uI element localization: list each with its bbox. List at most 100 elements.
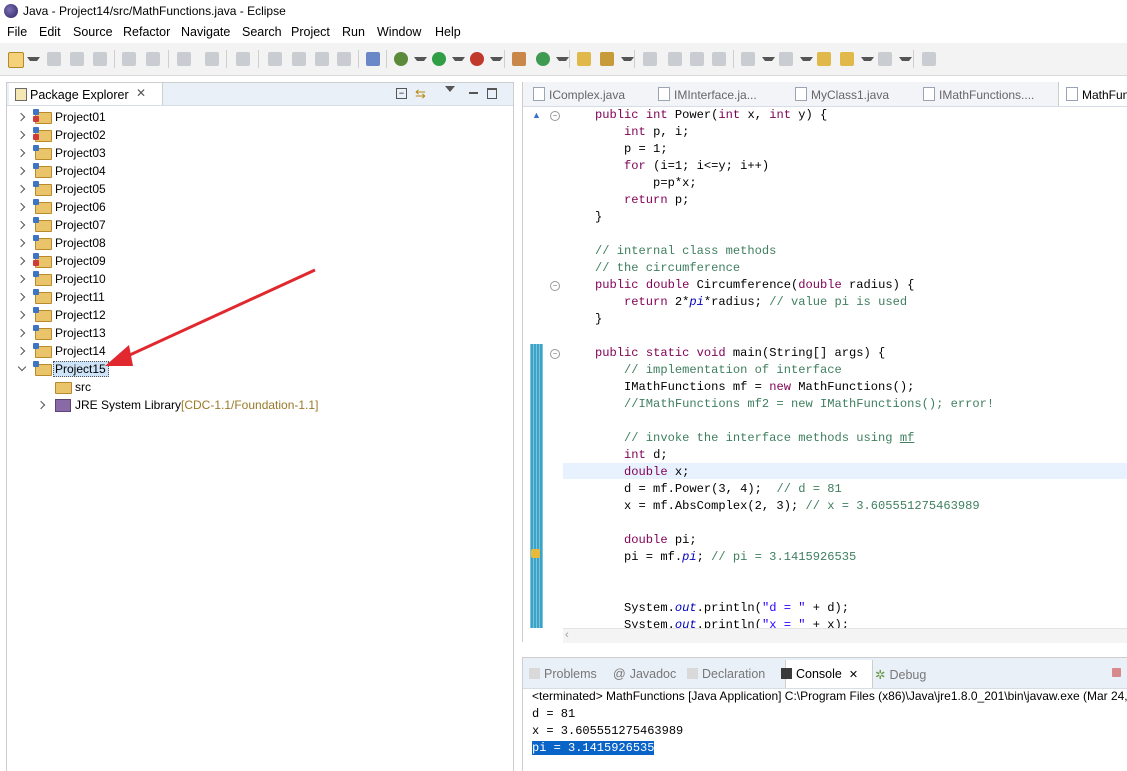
save-icon[interactable] [47, 52, 61, 66]
console-tabs: Problems @ Javadoc Declaration Console ✕ ✲… [523, 658, 1127, 689]
tab-imathfunctions[interactable]: IMathFunctions.... [923, 87, 1034, 102]
new-class-dropdown-icon[interactable] [556, 57, 569, 65]
run-icon[interactable] [432, 52, 446, 66]
code-line: public static void main(String[] args) { [595, 346, 886, 360]
external-tools-dropdown-icon[interactable] [490, 57, 503, 65]
fold-toggle[interactable]: − [550, 111, 560, 121]
new-icon[interactable] [8, 52, 24, 68]
window-title: Java - Project14/src/MathFunctions.java … [23, 4, 286, 18]
pin-editor-icon[interactable] [922, 52, 936, 66]
close-icon[interactable]: ✕ [849, 669, 858, 681]
menu-project[interactable]: Project [291, 25, 330, 39]
forward-icon[interactable] [878, 52, 892, 66]
java-file-icon [795, 87, 807, 101]
java-file-icon [923, 87, 935, 101]
code-line: // internal class methods [595, 244, 777, 258]
menu-search[interactable]: Search [242, 25, 282, 39]
code-line: pi = mf.pi; // pi = 3.1415926535 [595, 550, 857, 564]
save-all-icon[interactable] [70, 52, 84, 66]
menu-edit[interactable]: Edit [39, 25, 61, 39]
debug-dropdown-icon[interactable] [414, 57, 427, 65]
debug-icon[interactable] [394, 52, 408, 66]
toolbar-separator [358, 50, 359, 68]
step-icon[interactable] [236, 52, 250, 66]
launch-status: <terminated> MathFunctions [Java Applica… [532, 689, 1127, 703]
redo-icon[interactable] [205, 52, 219, 66]
editor-tabs: IComplex.java IMInterface.ja... MyClass1… [523, 82, 1127, 107]
code-line: public int Power(int x, int y) { [595, 108, 828, 122]
search-icon[interactable] [600, 52, 614, 66]
menu-source[interactable]: Source [73, 25, 113, 39]
menu-bar: File Edit Source Refactor Navigate Searc… [0, 23, 1127, 43]
tab-mathfunctions[interactable]: MathFun [1066, 87, 1127, 102]
print-icon[interactable] [93, 52, 107, 66]
toggle-mark-occurrences-icon[interactable] [643, 52, 657, 66]
menu-run[interactable]: Run [342, 25, 365, 39]
tab-icomplex[interactable]: IComplex.java [533, 87, 625, 102]
title-bar: Java - Project14/src/MathFunctions.java … [0, 0, 1127, 23]
toolbar-separator [569, 50, 570, 68]
new-java-class-icon[interactable] [536, 52, 550, 66]
toggle-block-selection-icon[interactable] [668, 52, 682, 66]
build-icon[interactable] [146, 52, 160, 66]
tab-console[interactable]: Console ✕ [781, 667, 858, 681]
code-line: // the circumference [595, 261, 741, 275]
console-output-line-selected[interactable]: pi = 3.1415926535 [532, 741, 655, 755]
menu-file[interactable]: File [7, 25, 27, 39]
back-icon[interactable] [840, 52, 854, 66]
forward-dropdown-icon[interactable] [899, 57, 912, 65]
resume-icon[interactable] [268, 52, 282, 66]
tab-declaration[interactable]: Declaration [687, 667, 765, 681]
warning-icon [531, 549, 540, 558]
tab-debug[interactable]: ✲ Debug [875, 667, 926, 682]
new-java-package-icon[interactable] [512, 52, 526, 66]
code-line: int p, i; [624, 125, 690, 139]
terminate-icon[interactable] [315, 52, 329, 66]
back-dropdown-icon[interactable] [861, 57, 874, 65]
menu-navigate[interactable]: Navigate [181, 25, 230, 39]
tab-myclass1[interactable]: MyClass1.java [795, 87, 889, 102]
scroll-left-icon[interactable]: ‹ [565, 629, 569, 641]
disconnect-icon[interactable] [337, 52, 351, 66]
undo-icon[interactable] [177, 52, 191, 66]
toolbar-separator [114, 50, 115, 68]
code-line: x = mf.AbsComplex(2, 3); // x = 3.605551… [595, 499, 980, 513]
terminate-icon[interactable] [1112, 668, 1121, 677]
code-line: // invoke the interface methods using mf [624, 431, 915, 445]
new-dropdown-icon[interactable] [27, 57, 40, 65]
fold-toggle[interactable]: − [550, 349, 560, 359]
show-paragraph-icon[interactable] [712, 52, 726, 66]
previous-annotation-icon[interactable] [779, 52, 793, 66]
suspend-icon[interactable] [292, 52, 306, 66]
console-output-line: d = 81 [532, 707, 576, 721]
next-annotation-dropdown-icon[interactable] [762, 57, 775, 65]
menu-refactor[interactable]: Refactor [123, 25, 170, 39]
toolbar-separator [634, 50, 635, 68]
external-tools-icon[interactable] [470, 52, 484, 66]
horizontal-scrollbar[interactable]: ‹ [563, 628, 1127, 643]
show-whitespace-icon[interactable] [690, 52, 704, 66]
tab-iminterface[interactable]: IMInterface.ja... [658, 87, 757, 102]
java-file-icon [658, 87, 670, 101]
run-dropdown-icon[interactable] [452, 57, 465, 65]
at-icon: @ [613, 667, 626, 681]
toolbar-separator [504, 50, 505, 68]
fold-toggle[interactable]: − [550, 281, 560, 291]
open-type-icon[interactable] [577, 52, 591, 66]
eclipse-logo-icon [4, 4, 18, 18]
tab-javadoc[interactable]: @ Javadoc [613, 667, 676, 681]
last-edit-location-icon[interactable] [817, 52, 831, 66]
next-annotation-icon[interactable] [741, 52, 755, 66]
tab-problems[interactable]: Problems [529, 667, 597, 681]
code-line: return 2*pi*radius; // value pi is used [624, 295, 908, 309]
menu-window[interactable]: Window [377, 25, 421, 39]
previous-annotation-dropdown-icon[interactable] [800, 57, 813, 65]
skip-breakpoints-icon[interactable] [366, 52, 380, 66]
toolbar-separator [913, 50, 914, 68]
toolbar-separator [226, 50, 227, 68]
code-line: return p; [624, 193, 690, 207]
open-task-icon[interactable] [122, 52, 136, 66]
menu-help[interactable]: Help [435, 25, 461, 39]
override-marker-icon: ▲ [532, 110, 541, 120]
search-dropdown-icon[interactable] [621, 57, 634, 65]
